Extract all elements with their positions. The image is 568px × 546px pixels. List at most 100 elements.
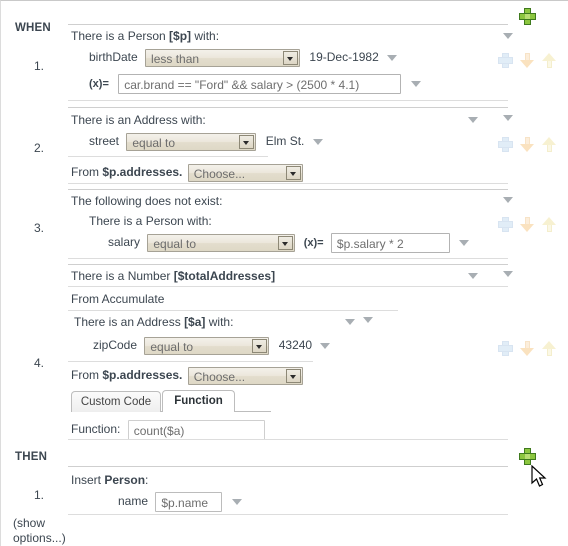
pattern-2-field-label: street	[89, 134, 120, 149]
when-keyword: WHEN	[15, 22, 51, 34]
pattern-3-menu-icon[interactable]	[502, 194, 515, 206]
action-1-verb: Insert	[71, 473, 105, 487]
pattern-4-from-label: From	[71, 368, 103, 383]
show-options-link[interactable]: (show options...)	[13, 516, 66, 546]
pattern-1-top-rule	[68, 24, 508, 25]
tab-custom-code[interactable]: Custom Code	[71, 391, 161, 412]
move-up-icon[interactable]	[542, 137, 557, 152]
guided-rule-editor: WHEN 1. There is a Person [$p] with: bir…	[0, 0, 568, 546]
pattern-4-rule-a	[68, 286, 508, 287]
add-row-icon[interactable]	[498, 341, 513, 356]
pattern-1-operator-select[interactable]: less than	[145, 49, 301, 67]
add-action-button[interactable]	[519, 448, 536, 465]
pattern-4-from-choose-select[interactable]: Choose...	[187, 367, 303, 385]
pattern-1-title: There is a Person [$p] with:	[71, 29, 219, 43]
pattern-1-index: 1.	[34, 59, 45, 73]
chevron-down-icon	[278, 236, 294, 250]
pattern-2-operator-select[interactable]: equal to	[126, 133, 257, 151]
mouse-cursor	[531, 465, 547, 487]
pattern-1-expression-menu-icon[interactable]	[410, 78, 423, 90]
pattern-4-bottom-rule	[68, 439, 508, 440]
add-row-icon[interactable]	[498, 53, 513, 68]
pattern-1-title-suffix: with:	[191, 29, 220, 43]
pattern-3-expression-menu-icon[interactable]	[458, 237, 471, 249]
pattern-3-index: 3.	[34, 221, 45, 235]
action-1-field-value: $p.name	[161, 496, 209, 510]
pattern-4-top-rule	[68, 264, 508, 265]
pattern-1-menu-icon[interactable]	[502, 30, 515, 42]
chevron-down-icon	[285, 166, 301, 180]
action-1-top-rule	[68, 466, 508, 467]
add-row-icon[interactable]	[498, 217, 513, 232]
move-up-icon[interactable]	[542, 53, 557, 68]
pattern-4-inner-binding: [$a]	[184, 315, 206, 329]
expression-marker: (x)=	[89, 78, 109, 91]
pattern-4-title: There is a Number [$totalAddresses]	[71, 269, 275, 283]
pattern-3-expression-input[interactable]: $p.salary * 2	[330, 233, 450, 253]
tab-function[interactable]: Function	[162, 390, 235, 412]
pattern-2-from-label: From	[71, 165, 103, 180]
pattern-2-value-menu-icon[interactable]	[312, 136, 325, 148]
move-up-icon[interactable]	[542, 341, 557, 356]
pattern-1-expression-value: car.brand == "Ford" && salary > (2500 * …	[124, 78, 360, 92]
add-row-icon[interactable]	[498, 137, 513, 152]
show-options-line2: options...)	[13, 531, 66, 545]
pattern-4-from-choose-value: Choose...	[193, 370, 246, 384]
chevron-down-icon	[283, 51, 299, 65]
move-down-icon[interactable]	[520, 137, 535, 152]
pattern-3-expression-value: $p.salary * 2	[336, 237, 404, 251]
pattern-2-index: 2.	[34, 141, 45, 155]
pattern-1-field-label: birthDate	[89, 50, 138, 65]
move-up-icon[interactable]	[542, 217, 557, 232]
pattern-2-title: There is an Address with:	[71, 113, 206, 127]
action-1-field-row: name $p.name	[118, 492, 244, 512]
pattern-4-inner-menu-icon[interactable]	[344, 316, 357, 328]
pattern-3-title-prefix: There is a Person with:	[89, 214, 212, 228]
pattern-4-rule-c	[68, 361, 313, 362]
action-1-index: 1.	[34, 488, 45, 502]
pattern-2-from-choose-select[interactable]: Choose...	[187, 164, 303, 182]
then-keyword: THEN	[15, 451, 48, 463]
pattern-3-operator-select[interactable]: equal to	[147, 234, 296, 252]
pattern-3-field-label: salary	[108, 235, 141, 250]
pattern-2-title-prefix: There is an Address with:	[71, 113, 206, 127]
add-condition-button[interactable]	[519, 8, 536, 25]
accumulate-tabs: Custom Code Function	[71, 390, 271, 412]
action-1-field-input[interactable]: $p.name	[155, 492, 223, 512]
pattern-2-extra-menu-icon[interactable]	[502, 112, 515, 124]
pattern-1-constraint-row: birthDate less than 19-Dec-1982	[89, 49, 399, 67]
pattern-2-operator-value: equal to	[132, 136, 176, 150]
pattern-4-value-menu-icon[interactable]	[319, 340, 332, 352]
pattern-2-constraint-value: Elm St.	[265, 134, 305, 149]
pattern-1-expression-input[interactable]: car.brand == "Ford" && salary > (2500 * …	[118, 74, 402, 94]
pattern-1-value-menu-icon[interactable]	[386, 52, 399, 64]
pattern-3-not-exist-label: The following does not exist:	[71, 194, 223, 208]
chevron-down-icon	[285, 369, 301, 383]
pattern-4-inner-extra-menu-icon[interactable]	[362, 314, 375, 326]
action-1-field-label: name	[118, 494, 149, 509]
pattern-2-action-icons	[498, 137, 562, 153]
pattern-4-binding: [$totalAddresses]	[173, 269, 276, 283]
pattern-4-title-prefix: There is a Number	[71, 269, 174, 283]
action-1-field-menu-icon[interactable]	[231, 496, 244, 508]
move-down-icon[interactable]	[520, 341, 535, 356]
pattern-4-constraint-row: zipCode equal to 43240	[93, 337, 332, 355]
pattern-4-action-icons	[498, 341, 562, 357]
pattern-1-title-prefix: There is a Person	[71, 29, 170, 43]
function-value: count($a)	[133, 424, 185, 438]
pattern-4-operator-select[interactable]: equal to	[144, 337, 270, 355]
pattern-3-bottom-rule	[68, 258, 508, 259]
pattern-2-inner-rule	[68, 156, 268, 157]
move-down-icon[interactable]	[520, 53, 535, 68]
action-1-title: Insert Person:	[71, 473, 148, 487]
move-down-icon[interactable]	[520, 217, 535, 232]
pattern-4-constraint-value: 43240	[278, 338, 313, 353]
pattern-2-menu-icon[interactable]	[467, 114, 480, 126]
pattern-4-menu-icon[interactable]	[467, 270, 480, 282]
pattern-1-binding: [$p]	[169, 29, 192, 43]
pattern-4-extra-menu-icon[interactable]	[502, 268, 515, 280]
pattern-3-top-rule	[68, 189, 508, 190]
pattern-1-expression-row: (x)= car.brand == "Ford" && salary > (25…	[89, 74, 423, 94]
pattern-4-inner-title-prefix: There is an Address	[74, 315, 185, 329]
function-input[interactable]: count($a)	[127, 420, 265, 440]
